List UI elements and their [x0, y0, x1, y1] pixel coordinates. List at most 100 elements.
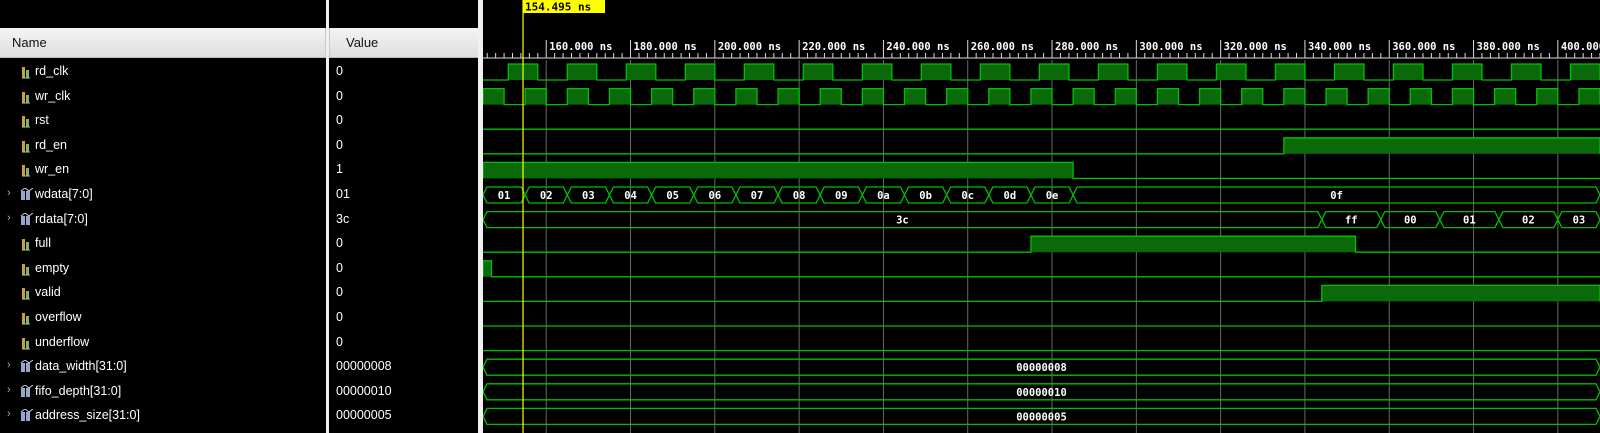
- clock-high-pulse: [946, 88, 968, 105]
- name-column-header[interactable]: Name: [0, 28, 326, 58]
- empty-waveform: [483, 260, 1600, 278]
- signal-value: 0: [336, 236, 343, 251]
- bit-signal-icon: [20, 262, 34, 276]
- bus-value-label: 00000005: [1016, 411, 1067, 423]
- chevron-right-icon[interactable]: ›: [7, 409, 17, 420]
- signal-row-rd-clk[interactable]: rd_clk 0: [0, 60, 478, 84]
- bus-signal-icon: [20, 211, 34, 227]
- signal-name: address_size[31:0]: [35, 408, 140, 423]
- bus-value-label: 00000008: [1016, 362, 1067, 374]
- signal-list-panel: Name Value rd_clk 0 wr_clk 0 rst 0 rd_en 0 wr_en…: [0, 0, 478, 433]
- chevron-right-icon[interactable]: ›: [7, 212, 17, 223]
- bus-value-label: 0b: [919, 190, 932, 202]
- signal-value: 0: [336, 285, 343, 300]
- clock-high-pulse: [1199, 88, 1221, 105]
- bit-signal-icon: [20, 237, 34, 251]
- clock-high-pulse: [1275, 64, 1305, 80]
- bus-value-label: 0e: [1046, 190, 1059, 202]
- signal-name: rd_clk: [35, 64, 69, 78]
- signal-name: full: [35, 236, 51, 251]
- time-tick-label: 360.000 ns: [1392, 41, 1455, 53]
- chevron-right-icon[interactable]: ›: [7, 384, 17, 395]
- time-tick-label: 300.000 ns: [1139, 41, 1202, 53]
- clock-high-pulse: [1494, 88, 1516, 105]
- clock-high-pulse: [1326, 88, 1348, 105]
- bit-signal-icon: [20, 163, 34, 177]
- bus-value-label: 04: [624, 190, 637, 202]
- signal-name: data_width[31:0]: [35, 359, 127, 374]
- bus-value-label: 02: [1522, 215, 1535, 227]
- chevron-right-icon[interactable]: ›: [7, 360, 17, 371]
- bus-value-label: 03: [1573, 215, 1586, 227]
- bus-value-label: 08: [793, 190, 806, 202]
- signal-row-full[interactable]: full 0: [0, 232, 478, 256]
- signal-row-valid[interactable]: valid 0: [0, 281, 478, 305]
- signal-row-underflow[interactable]: underflow 0: [0, 331, 478, 355]
- bus-signal-icon: [20, 359, 34, 374]
- time-tick-label: 200.000 ns: [718, 41, 781, 53]
- signal-row-data-width[interactable]: › data_width[31:0] 00000008: [0, 355, 478, 379]
- bit-signal-icon: [20, 65, 34, 79]
- signal-value: 0: [336, 310, 343, 324]
- clock-high-pulse: [921, 64, 951, 80]
- signal-row-fifo-depth[interactable]: › fifo_depth[31:0] 00000010: [0, 380, 478, 404]
- time-tick-label: 340.000 ns: [1308, 41, 1371, 53]
- signal-value: 1: [336, 162, 343, 177]
- bus-signal-icon: [20, 384, 34, 399]
- signal-row-overflow[interactable]: overflow 0: [0, 306, 478, 330]
- clock-high-pulse: [1030, 88, 1053, 105]
- clock-high-pulse: [1241, 88, 1263, 105]
- time-tick-label: 280.000 ns: [1055, 41, 1118, 53]
- clock-high-pulse: [1570, 64, 1600, 80]
- bit-signal-icon: [20, 114, 34, 128]
- column-splitter[interactable]: [326, 0, 329, 433]
- signal-value: 0: [336, 113, 343, 128]
- signal-row-wdata[interactable]: › wdata[7:0] 01: [0, 183, 478, 207]
- bus-value-label: 01: [1463, 215, 1476, 227]
- clock-high-pulse: [862, 88, 884, 105]
- chevron-right-icon[interactable]: ›: [7, 188, 17, 199]
- signal-value: 0: [336, 260, 343, 275]
- clock-high-pulse: [483, 88, 505, 105]
- signal-value: 0: [336, 137, 343, 152]
- signal-name: wr_clk: [35, 88, 71, 103]
- clock-high-pulse: [1334, 64, 1364, 80]
- signal-value: 01: [336, 187, 350, 201]
- bus-value-label: 3c: [896, 215, 909, 227]
- clock-high-pulse: [820, 88, 842, 105]
- signal-name: underflow: [35, 334, 90, 349]
- value-column-header[interactable]: Value: [329, 28, 478, 58]
- clock-high-pulse: [1452, 88, 1474, 105]
- signal-row-address-size[interactable]: › address_size[31:0] 00000005: [0, 404, 478, 428]
- time-tick-label: 260.000 ns: [971, 41, 1034, 53]
- signal-row-wr-clk[interactable]: wr_clk 0: [0, 85, 478, 109]
- signal-row-rdata[interactable]: › rdata[7:0] 3c: [0, 208, 478, 232]
- waveform-canvas[interactable]: 160.000 ns 180.000 ns 200.000 ns 220.000 ns…: [483, 0, 1600, 433]
- signal-value: 3c: [336, 211, 350, 226]
- clock-high-pulse: [1073, 88, 1095, 105]
- clock-high-pulse: [1157, 64, 1187, 80]
- bit-signal-icon: [20, 139, 34, 153]
- signal-row-rd-en[interactable]: rd_en 0: [0, 134, 478, 158]
- clock-high-pulse: [1039, 64, 1069, 80]
- signal-value: 00000005: [336, 408, 392, 423]
- time-tick-label: 160.000 ns: [549, 41, 612, 53]
- bus-value-label: 02: [540, 190, 553, 202]
- bus-value-label: 09: [835, 190, 848, 202]
- clock-high-pulse: [685, 64, 715, 80]
- signal-row-empty[interactable]: empty 0: [0, 257, 478, 281]
- signal-value: 0: [336, 334, 343, 349]
- signal-row-wr-en[interactable]: wr_en 1: [0, 158, 478, 182]
- clock-high-pulse: [778, 88, 800, 105]
- signal-value: 0: [336, 64, 343, 78]
- signal-row-rst[interactable]: rst 0: [0, 109, 478, 133]
- clock-high-pulse: [803, 64, 833, 80]
- clock-high-pulse: [693, 88, 715, 105]
- time-tick-label: 180.000 ns: [634, 41, 697, 53]
- signal-name: rdata[7:0]: [35, 211, 88, 226]
- waveform-viewer[interactable]: 160.000 ns 180.000 ns 200.000 ns 220.000 ns…: [483, 0, 1600, 433]
- signal-value: 00000010: [336, 383, 392, 398]
- bit-high-region: [1321, 285, 1600, 302]
- clock-high-pulse: [567, 64, 597, 80]
- bus-signal-icon: [20, 187, 34, 202]
